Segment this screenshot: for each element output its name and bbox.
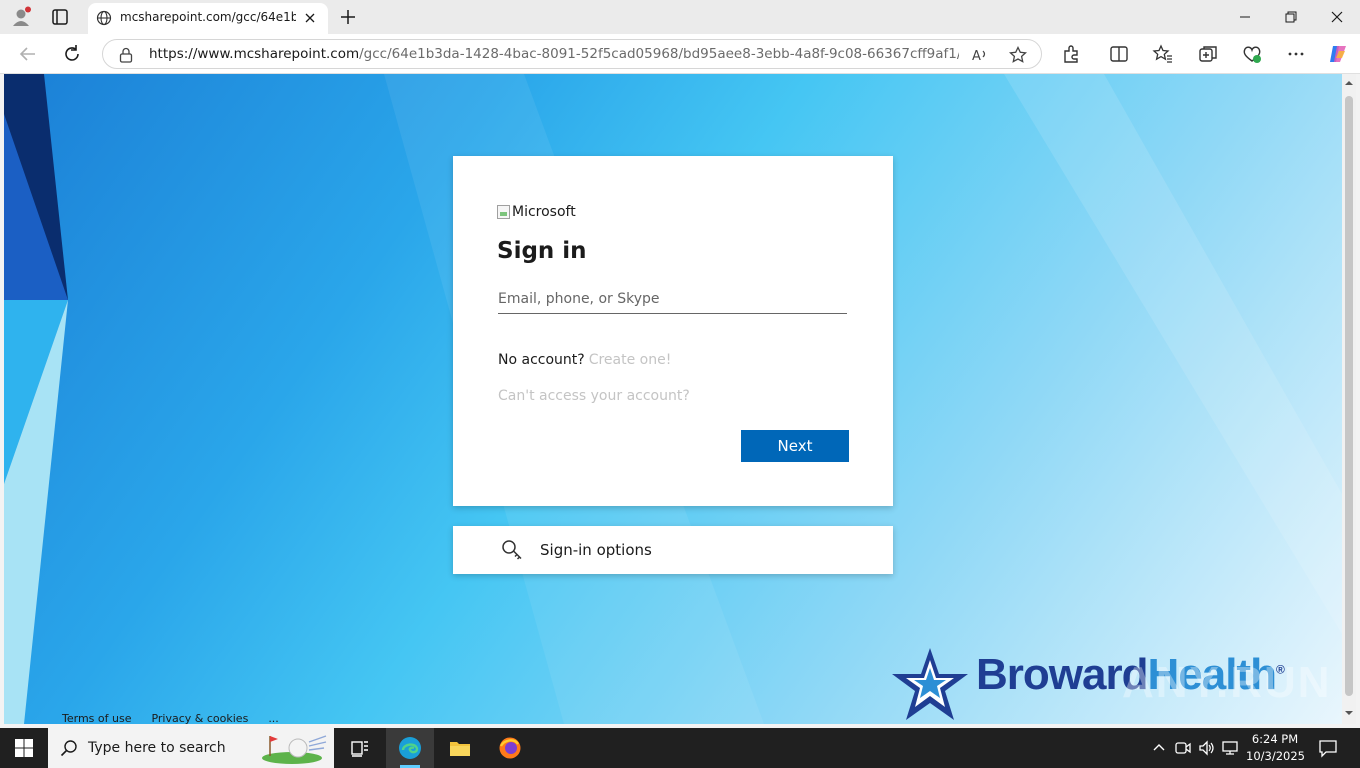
terms-link[interactable]: Terms of use: [62, 712, 131, 724]
edge-taskbar-button[interactable]: [386, 728, 434, 768]
more-menu-icon[interactable]: [1285, 43, 1307, 65]
next-button[interactable]: Next: [741, 430, 849, 462]
back-arrow-icon[interactable]: [17, 43, 39, 65]
privacy-link[interactable]: Privacy & cookies: [151, 712, 248, 724]
browser-essentials-icon[interactable]: [1241, 43, 1263, 65]
anyrun-watermark: ANY.RUN: [1122, 658, 1332, 707]
read-aloud-icon[interactable]: A: [969, 45, 989, 65]
sign-in-options-label: Sign-in options: [540, 541, 652, 559]
url-host: https://www.mcsharepoint.com: [149, 46, 360, 62]
no-account-label: No account?: [498, 352, 585, 368]
clock-time: 6:24 PM: [1251, 732, 1299, 746]
browser-toolbar: https://www.mcsharepoint.com/gcc/64e1b3d…: [0, 34, 1360, 74]
create-account-link[interactable]: Create one!: [589, 352, 672, 368]
firefox-button[interactable]: [486, 728, 534, 768]
task-view-button[interactable]: [336, 728, 384, 768]
url-text[interactable]: https://www.mcsharepoint.com/gcc/64e1b3d…: [149, 46, 959, 62]
email-field[interactable]: [498, 284, 847, 314]
favorites-icon[interactable]: [1152, 43, 1174, 65]
close-tab-icon[interactable]: [302, 10, 318, 26]
sign-in-options-button[interactable]: Sign-in options: [453, 526, 893, 574]
copilot-icon[interactable]: [1327, 43, 1349, 65]
windows-start-icon[interactable]: [14, 738, 34, 758]
favorite-star-icon[interactable]: [1008, 45, 1028, 65]
browser-tab-strip: mcsharepoint.com/gcc/64e1b3da: [0, 0, 1360, 34]
address-bar[interactable]: https://www.mcsharepoint.com/gcc/64e1b3d…: [102, 39, 1042, 69]
page-footer: Terms of use Privacy & cookies ...: [62, 712, 279, 724]
meet-now-icon[interactable]: [1174, 739, 1192, 757]
no-account-text: No account? Create one!: [498, 352, 671, 368]
taskbar: Type here to search 6:24 PM 10/3/2025: [0, 728, 1360, 768]
page-viewport: Microsoft Sign in No account?Create one!…: [4, 74, 1342, 724]
close-window-icon[interactable]: [1314, 4, 1360, 30]
scroll-up-icon[interactable]: [1344, 78, 1354, 88]
new-tab-icon[interactable]: [338, 7, 358, 27]
broken-image-icon: [497, 205, 510, 219]
minimize-icon[interactable]: [1222, 4, 1268, 30]
task-view-icon: [351, 741, 368, 757]
folder-icon: [450, 742, 470, 756]
microsoft-logo: Microsoft: [497, 202, 576, 222]
active-tab[interactable]: mcsharepoint.com/gcc/64e1b3da: [88, 3, 328, 34]
globe-icon: [96, 10, 112, 26]
volume-icon[interactable]: [1197, 739, 1215, 757]
edge-icon: [399, 737, 421, 759]
extensions-icon[interactable]: [1060, 43, 1082, 65]
vertical-scrollbar[interactable]: [1342, 74, 1356, 724]
refresh-icon[interactable]: [61, 43, 83, 65]
tab-title: mcsharepoint.com/gcc/64e1b3da: [120, 10, 296, 24]
search-icon: [60, 740, 77, 757]
network-icon[interactable]: [1221, 739, 1239, 757]
sign-in-card: Microsoft Sign in No account?Create one!…: [453, 156, 893, 506]
scroll-down-icon[interactable]: [1344, 708, 1354, 718]
scrollbar-thumb[interactable]: [1345, 96, 1353, 696]
show-hidden-icons-chevron-icon[interactable]: [1150, 739, 1168, 757]
profile-icon[interactable]: [10, 6, 32, 28]
tab-actions-icon[interactable]: [50, 7, 70, 27]
golf-search-highlight-icon: [262, 735, 327, 764]
microsoft-logo-alt: Microsoft: [512, 204, 576, 220]
split-screen-icon[interactable]: [1108, 43, 1130, 65]
more-options-link[interactable]: ...: [268, 712, 279, 724]
svg-text:A: A: [972, 49, 981, 64]
url-path: /gcc/64e1b3da-1428-4bac-8091-52f5cad0596…: [359, 46, 959, 62]
taskbar-search[interactable]: Type here to search: [48, 728, 334, 768]
file-explorer-button[interactable]: [436, 728, 484, 768]
restore-icon[interactable]: [1268, 4, 1314, 30]
key-search-icon: [502, 540, 522, 560]
firefox-icon: [499, 737, 521, 759]
star-logo-icon: [892, 648, 968, 720]
search-placeholder: Type here to search: [88, 740, 226, 756]
page-title: Sign in: [497, 238, 587, 264]
system-clock[interactable]: 6:24 PM 10/3/2025: [1246, 731, 1305, 765]
clock-date: 10/3/2025: [1246, 749, 1305, 763]
notifications-icon[interactable]: [1318, 738, 1338, 758]
cant-access-link[interactable]: Can't access your account?: [498, 388, 690, 404]
lock-icon[interactable]: [117, 46, 135, 64]
collections-icon[interactable]: [1197, 43, 1219, 65]
